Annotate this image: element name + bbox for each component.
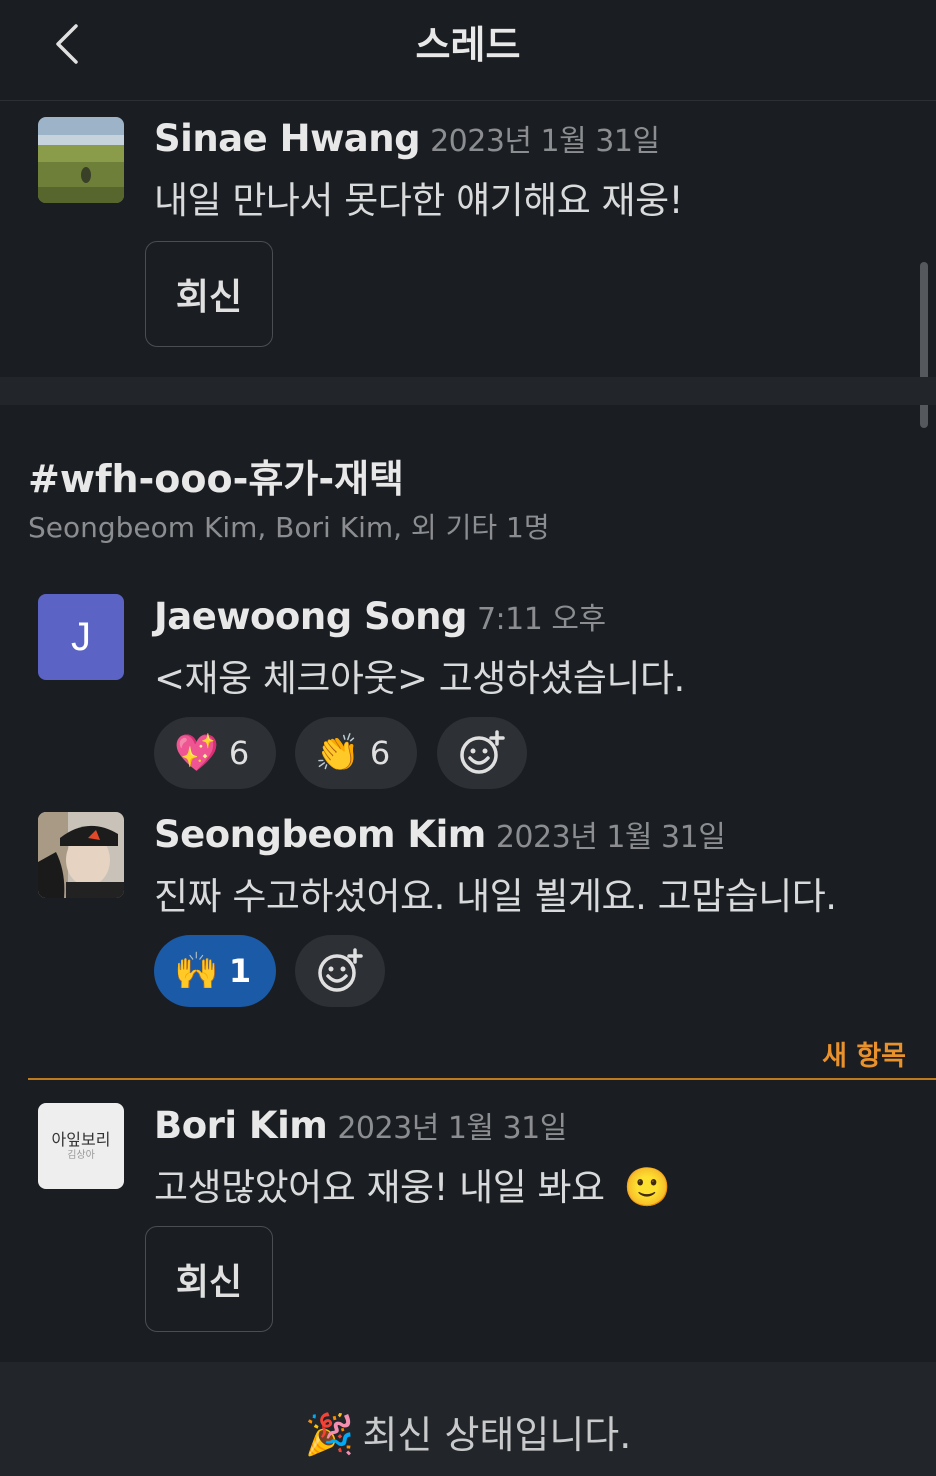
add-reaction-icon: [318, 948, 363, 992]
sparkling-heart-icon: 💖: [174, 733, 219, 774]
reaction-count: 1: [228, 952, 252, 990]
author-name[interactable]: Sinae Hwang: [154, 117, 421, 160]
person-avatar-image: [38, 812, 124, 898]
reaction-sparkling-heart[interactable]: 💖 6: [154, 717, 276, 789]
author-name[interactable]: Jaewoong Song: [154, 595, 467, 638]
avatar-seongbeom-kim[interactable]: [38, 812, 124, 898]
channel-name[interactable]: #wfh-ooo-휴가-재택: [28, 448, 404, 503]
message-text: <재웅 체크아웃> 고생하셨습니다.: [154, 657, 685, 700]
reaction-raising-hands[interactable]: 🙌 1: [154, 935, 276, 1007]
add-reaction-button[interactable]: [295, 935, 385, 1007]
party-popper-icon: 🎉: [304, 1412, 355, 1458]
message-author-seongbeom[interactable]: Seongbeom Kim 2023년 1월 31일: [154, 812, 726, 856]
message-text: 내일 만나서 못다한 얘기해요 재웅!: [154, 179, 683, 222]
message-author-bori[interactable]: Bori Kim 2023년 1월 31일: [154, 1103, 567, 1147]
message-timestamp: 7:11 오후: [476, 602, 606, 637]
new-items-label: 새 항목: [822, 1041, 906, 1072]
page-title: 스레드: [415, 23, 521, 67]
new-items-divider: [28, 1078, 936, 1080]
reaction-count: 6: [228, 734, 250, 772]
slightly-smiling-face-icon: 🙂: [623, 1165, 671, 1209]
avatar-subtext: 김상아: [67, 1150, 95, 1162]
status-text: 최신 상태입니다.: [362, 1413, 632, 1457]
reply-button[interactable]: 회신: [145, 241, 273, 347]
message-text: 고생많았어요 재웅! 내일 봐요 🙂: [154, 1157, 671, 1211]
avatar-bori-kim[interactable]: 아잎보리 김상아: [38, 1103, 124, 1189]
reaction-clap[interactable]: 👏 6: [295, 717, 417, 789]
message-body: 고생많았어요 재웅! 내일 봐요: [154, 1166, 605, 1209]
add-reaction-button[interactable]: [437, 717, 527, 789]
message-text: 진짜 수고하셨어요. 내일 뵐게요. 고맙습니다.: [154, 875, 837, 918]
message-timestamp: 2023년 1월 31일: [495, 820, 726, 855]
avatar-jaewoong-song[interactable]: J: [38, 594, 124, 680]
up-to-date-status: 🎉 최신 상태입니다.: [0, 1404, 936, 1459]
add-reaction-icon: [460, 730, 505, 774]
message-timestamp: 2023년 1월 31일: [337, 1111, 567, 1146]
section-divider: [0, 377, 936, 405]
message-author-jaewoong[interactable]: Jaewoong Song 7:11 오후: [154, 594, 606, 638]
author-name[interactable]: Bori Kim: [154, 1104, 328, 1147]
message-timestamp: 2023년 1월 31일: [430, 124, 660, 159]
thread-header: 스레드: [0, 0, 936, 101]
reaction-count: 6: [369, 734, 391, 772]
avatar-text: 아잎보리: [51, 1129, 111, 1149]
raising-hands-icon: 🙌: [174, 951, 219, 992]
channel-members: Seongbeom Kim, Bori Kim, 외 기타 1명: [28, 511, 550, 544]
landscape-avatar-image: [38, 117, 124, 203]
avatar-sinae-hwang[interactable]: [38, 117, 124, 203]
clapping-hands-icon: 👏: [315, 733, 360, 774]
message-author-sinae[interactable]: Sinae Hwang 2023년 1월 31일: [154, 116, 660, 160]
reply-button[interactable]: 회신: [145, 1226, 273, 1332]
avatar-initial: J: [71, 614, 91, 659]
author-name[interactable]: Seongbeom Kim: [154, 813, 486, 856]
